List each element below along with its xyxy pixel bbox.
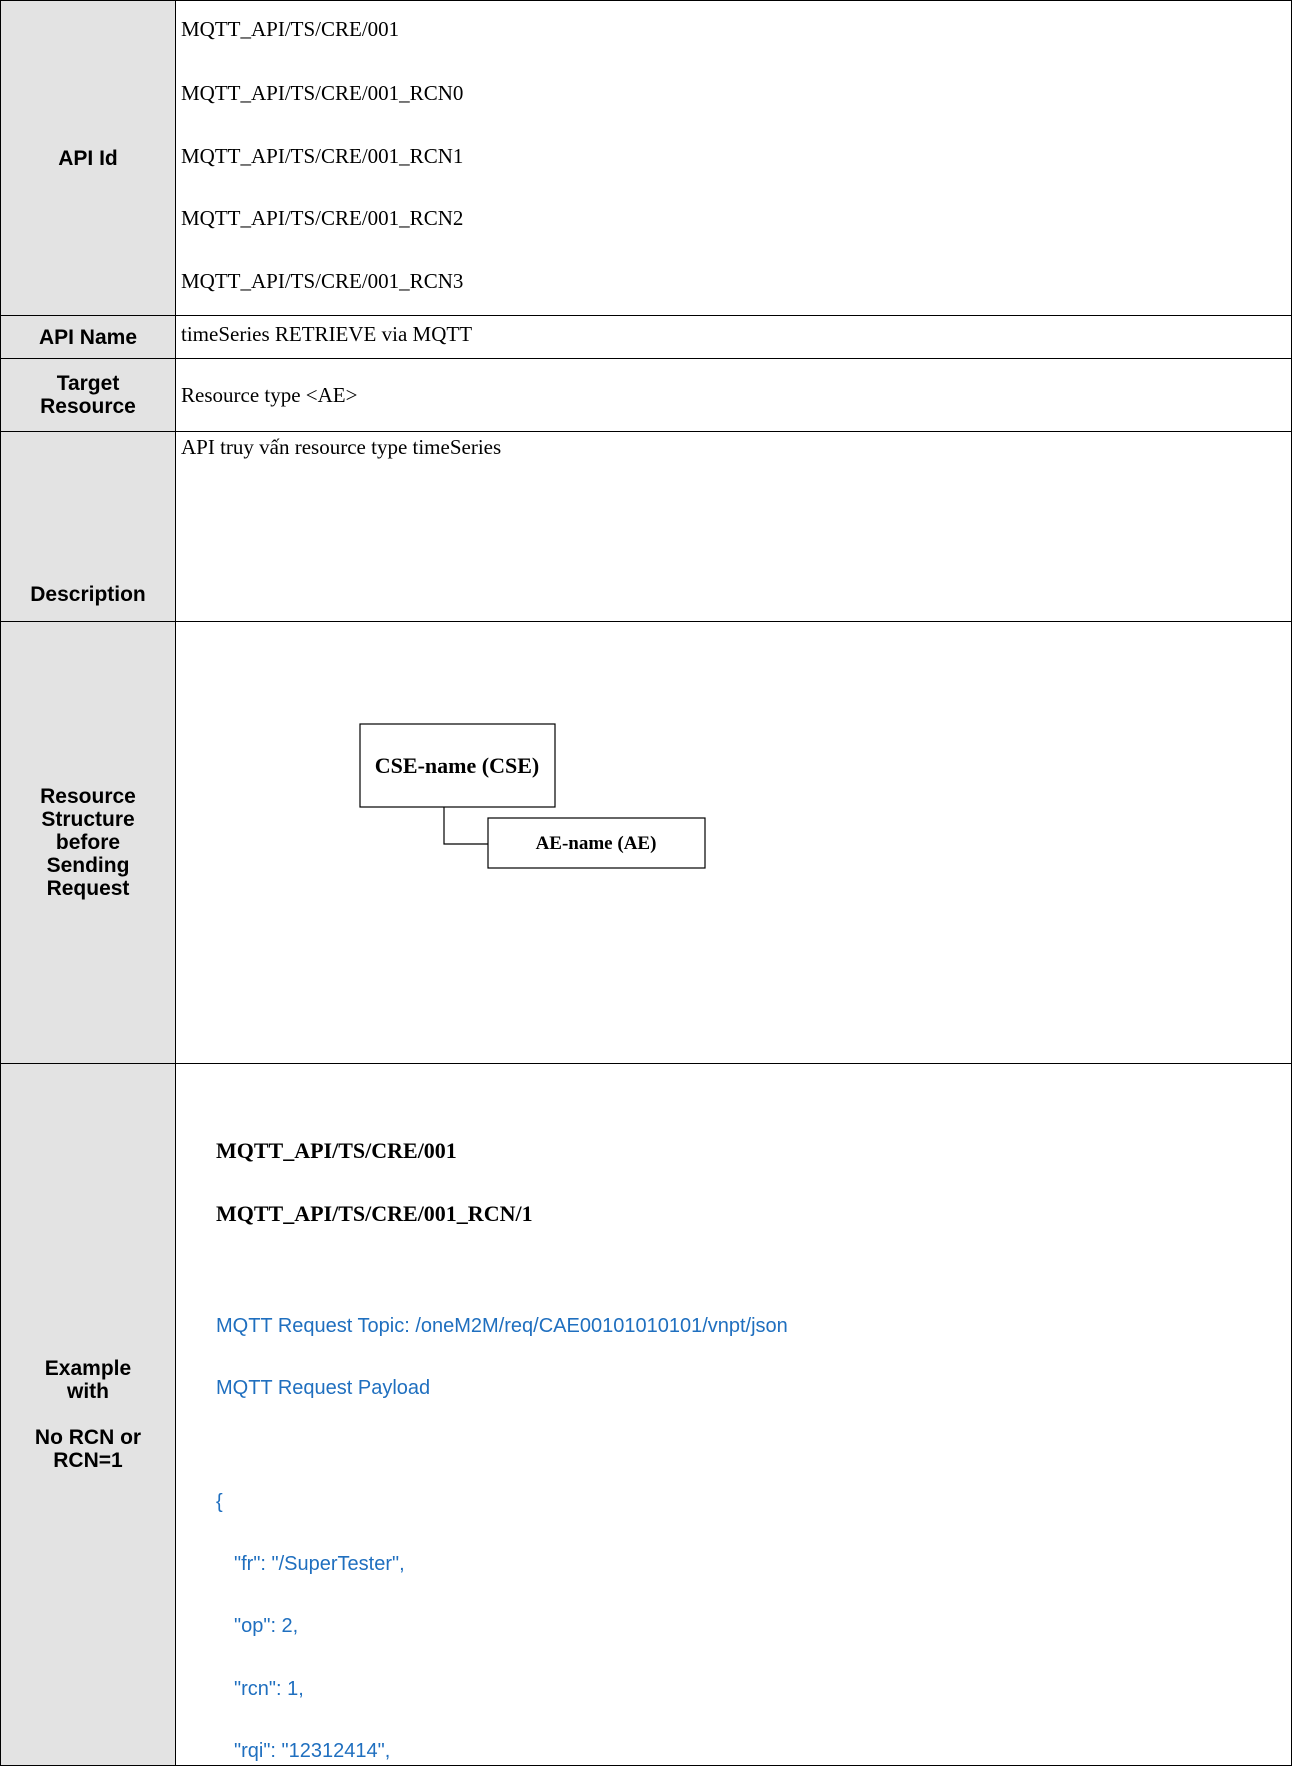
cse-node-label: CSE-name (CSE): [375, 753, 539, 778]
label-rs-line: before: [55, 831, 121, 854]
row-resource-structure: Resource Structure before Sending Reques…: [0, 621, 1292, 1064]
value-target-resource: Resource type <AE>: [175, 358, 1292, 432]
label-target-resource: Target Resource: [0, 358, 176, 432]
value-example: MQTT_API/TS/CRE/001 MQTT_API/TS/CRE/001_…: [175, 1063, 1292, 1766]
label-resource-structure: Resource Structure before Sending Reques…: [0, 621, 176, 1064]
label-rs-line: Structure: [41, 808, 135, 831]
label-example: Example with No RCN or RCN=1: [0, 1063, 176, 1766]
example-heading: MQTT_API/TS/CRE/001: [216, 1138, 457, 1163]
api-id-line: MQTT_API/TS/CRE/001_RCN2: [181, 206, 464, 230]
target-resource-text: Resource type <AE>: [181, 382, 358, 407]
label-rs-line: Resource: [40, 785, 136, 808]
label-rs-line: Request: [46, 877, 130, 900]
payload-line: {: [216, 1491, 223, 1513]
payload-line: "rqi": "12312414",: [234, 1740, 391, 1762]
label-api-name-text: API Name: [38, 325, 138, 349]
api-id-line: MQTT_API/TS/CRE/001_RCN1: [181, 144, 464, 168]
value-resource-structure: CSE-name (CSE) AE-name (AE): [175, 621, 1292, 1064]
row-api-name: API Name timeSeries RETRIEVE via MQTT: [0, 315, 1292, 359]
label-api-name: API Name: [0, 315, 176, 359]
value-description: API truy vấn resource type timeSeries: [175, 431, 1292, 622]
row-example: Example with No RCN or RCN=1 MQTT_API/TS…: [0, 1063, 1292, 1766]
payload-line: "rcn": 1,: [234, 1678, 304, 1700]
label-example-line: No RCN or: [34, 1426, 142, 1449]
api-id-line: MQTT_API/TS/CRE/001_RCN3: [181, 269, 464, 293]
row-description: Description API truy vấn resource type t…: [0, 431, 1292, 622]
api-spec-table: API Id MQTT_API/TS/CRE/001 MQTT_API/TS/C…: [0, 0, 1292, 1766]
label-example-line: with: [67, 1380, 109, 1403]
value-api-id: MQTT_API/TS/CRE/001 MQTT_API/TS/CRE/001_…: [175, 0, 1292, 316]
payload-label: MQTT Request Payload: [216, 1377, 431, 1399]
api-name-text: timeSeries RETRIEVE via MQTT: [181, 322, 473, 346]
label-rs-line: Sending: [46, 854, 130, 877]
label-example-line: RCN=1: [53, 1449, 123, 1472]
example-heading: MQTT_API/TS/CRE/001_RCN/1: [216, 1201, 533, 1226]
label-example-line: Example: [44, 1357, 132, 1380]
resource-tree-diagram: CSE-name (CSE) AE-name (AE): [359, 723, 706, 869]
mqtt-topic: MQTT Request Topic: /oneM2M/req/CAE00101…: [216, 1315, 788, 1337]
row-target-resource: Target Resource Resource type <AE>: [0, 358, 1292, 432]
description-text: API truy vấn resource type timeSeries: [181, 435, 502, 459]
row-api-id: API Id MQTT_API/TS/CRE/001 MQTT_API/TS/C…: [0, 0, 1292, 316]
label-description-text: Description: [30, 583, 146, 606]
label-api-id-text: API Id: [58, 146, 118, 170]
api-id-line: MQTT_API/TS/CRE/001_RCN0: [181, 81, 464, 105]
label-api-id: API Id: [0, 0, 176, 316]
tree-connector: [443, 807, 488, 845]
ae-node-label: AE-name (AE): [536, 833, 657, 854]
label-description: Description: [0, 431, 176, 622]
label-target-line2: Resource: [40, 395, 136, 418]
payload-line: "op": 2,: [234, 1615, 299, 1637]
label-target-line1: Target: [56, 372, 120, 395]
value-api-name: timeSeries RETRIEVE via MQTT: [175, 315, 1292, 359]
payload-line: "fr": "/SuperTester",: [234, 1553, 405, 1575]
api-id-line: MQTT_API/TS/CRE/001: [181, 17, 400, 41]
